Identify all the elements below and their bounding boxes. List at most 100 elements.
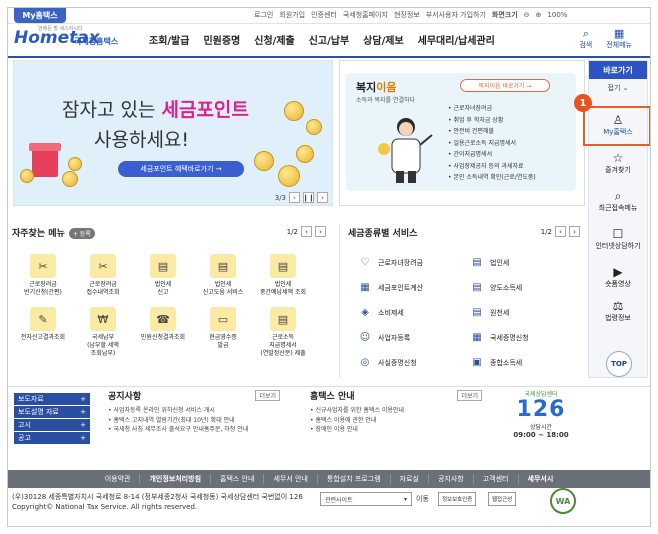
notice-more-button[interactable]: 더보기: [255, 390, 280, 401]
footer-link-notice[interactable]: 공지사항: [429, 474, 474, 484]
footer-link-installer[interactable]: 통합설치 프로그램: [318, 474, 391, 484]
footer-link-tax-office-2[interactable]: 세무서시: [519, 474, 563, 484]
next-icon[interactable]: ›: [317, 192, 328, 203]
next-icon[interactable]: ›: [315, 226, 326, 237]
tax-point-banner[interactable]: 잠자고 있는 세금포인트 사용하세요! 세금포인트 혜택바로가기 → 3/3 ‹…: [13, 60, 333, 206]
side-item-favorites[interactable]: ☆ 즐겨찾기: [589, 151, 647, 175]
prev-icon[interactable]: ‹: [555, 226, 566, 237]
footer-link-library[interactable]: 자료실: [391, 474, 429, 484]
service-item[interactable]: ▦ 세금포인트계산: [358, 279, 470, 296]
signup-link[interactable]: 회원가입: [279, 10, 305, 20]
related-sites-select[interactable]: 관련사이트 ▾: [320, 492, 412, 506]
favorite-item[interactable]: ▤ 법인세 중간예납세액 조회: [254, 254, 312, 297]
favorite-item[interactable]: ▤ 근로소득 지급명세서 (연말정산분) 제출: [254, 307, 312, 358]
side-item-law-info[interactable]: ⚖ 법령정보: [589, 299, 647, 323]
scroll-top-button[interactable]: TOP: [606, 351, 632, 377]
footer-link-customer[interactable]: 고객센터: [474, 474, 519, 484]
favorite-item[interactable]: ▤ 법인세 신고: [134, 254, 192, 297]
favorite-item[interactable]: ₩ 국세납부 (납부할 세액 조회납부): [74, 307, 132, 358]
service-item[interactable]: ▤ 법인세: [470, 254, 582, 271]
service-item[interactable]: ▤ 양도소득세: [470, 279, 582, 296]
guide-item-text: 홈택스 이용에 관한 안내: [315, 416, 377, 424]
side-item-shortform[interactable]: ▶ 숏폼영상: [589, 265, 647, 289]
security-cert-badge[interactable]: 정보보호인증: [438, 492, 477, 506]
go-button[interactable]: 이동: [416, 494, 429, 504]
favorite-item[interactable]: ✎ 전자신고결과조회: [14, 307, 72, 358]
prev-icon[interactable]: ‹: [289, 192, 300, 203]
welfare-item[interactable]: • 일용근로소득 지급명세서: [448, 138, 536, 150]
services-pager: 1/2 ‹ ›: [541, 226, 580, 237]
side-item-recent[interactable]: ⌕ 최근접속메뉴: [589, 189, 647, 213]
quick-link[interactable]: 보도설명 자료 +: [14, 406, 90, 418]
pause-icon[interactable]: ❙❙: [303, 192, 314, 203]
favorite-item[interactable]: ✂ 근로장려금 반기신청(간편): [14, 254, 72, 297]
footer-link-privacy[interactable]: 개인정보처리방침: [140, 474, 212, 484]
hometax-logo[interactable]: 언제든 할 세스하시다 Hometax 국세청홈택스: [14, 26, 118, 48]
welfare-item[interactable]: • 간이지급명세서: [448, 149, 536, 161]
welfare-item[interactable]: • 본인 소득내역 확인(근로/연도중): [448, 172, 536, 184]
quick-link[interactable]: 고시 +: [14, 419, 90, 431]
login-link[interactable]: 로그인: [254, 10, 273, 20]
accessibility-badge[interactable]: 웹접근성: [488, 492, 517, 506]
guide-item[interactable]: • 신규사업자를 위한 홈택스 이용안내: [310, 406, 482, 416]
nav-apply-submit[interactable]: 신청/제출: [247, 32, 301, 47]
dept-user-signup-link[interactable]: 부서사용자 가입하기: [426, 10, 486, 20]
search-icon: ⌕: [582, 27, 589, 40]
hometax-guide-more-button[interactable]: 더보기: [457, 390, 482, 401]
guide-item[interactable]: • 장애인 이용 안내: [310, 425, 482, 435]
favorite-item[interactable]: ✂ 근로장려금 접수내역조회: [74, 254, 132, 297]
nav-civil-cert[interactable]: 민원증명: [196, 32, 247, 47]
pen-icon: ✎: [30, 307, 56, 331]
footer-link-tax-office[interactable]: 세무서 안내: [264, 474, 318, 484]
add-favorite-button[interactable]: + 등록: [68, 228, 95, 239]
service-item[interactable]: ▦ 국세증명신청: [470, 329, 582, 346]
coin-illustration: [278, 165, 300, 187]
gavel-icon: ⚖: [612, 299, 624, 313]
my-hometax-tab[interactable]: My홈택스: [14, 8, 66, 23]
service-item[interactable]: ◎ 사실증명신청: [358, 354, 470, 371]
fold-button[interactable]: 접기 ⌄: [589, 83, 647, 93]
welfare-item[interactable]: • 근로자녀장려금: [448, 103, 536, 115]
nav-lookup-issue[interactable]: 조회/발급: [142, 32, 196, 47]
notice-item[interactable]: • 국세청 사칭 세무조사 출석요구 안내홈주문, 하청 안내: [108, 425, 280, 435]
search-button[interactable]: ⌕ 검색: [579, 28, 592, 50]
zoom-minus-button[interactable]: ⊖: [524, 11, 530, 19]
welfare-go-button[interactable]: 복지이음 바로가기 →: [460, 79, 550, 92]
nav-tax-agent[interactable]: 세무대리/납세관리: [411, 32, 502, 47]
plus-icon: +: [80, 434, 86, 442]
panel-divider: [339, 224, 340, 378]
scissors-icon: ✂: [30, 254, 56, 278]
footer-link-terms[interactable]: 이용약관: [96, 474, 141, 484]
quick-menu-header[interactable]: 바로가기: [589, 61, 647, 79]
logo-korean: 국세청홈택스: [74, 37, 119, 46]
field-info-link[interactable]: 현장정보: [394, 10, 420, 20]
diamond-icon: ◈: [361, 307, 369, 318]
prev-icon[interactable]: ‹: [301, 226, 312, 237]
all-menu-button[interactable]: ▦ 전체메뉴: [606, 28, 632, 50]
side-item-internet-consult[interactable]: ☐ 인터넷상담하기: [589, 227, 647, 251]
notice-item[interactable]: • 사업자등록 온라인 위하신청 서비스 개시: [108, 406, 280, 416]
nts-home-link[interactable]: 국세청홈페이지: [343, 10, 388, 20]
favorite-item[interactable]: ▭ 현금영수증 발급: [194, 307, 252, 358]
nav-report-pay[interactable]: 신고/납부: [302, 32, 356, 47]
favorite-item[interactable]: ▤ 법인세 신고도움 서비스: [194, 254, 252, 297]
favorite-item[interactable]: ☎ 민원신청결과조회: [134, 307, 192, 358]
service-item[interactable]: ▤ 원천세: [470, 304, 582, 321]
welfare-item[interactable]: • 안전비 건편해볼: [448, 126, 536, 138]
cert-center-link[interactable]: 인증센터: [311, 10, 337, 20]
nav-consult-report[interactable]: 상담/제보: [356, 32, 410, 47]
zoom-plus-button[interactable]: ⊕: [536, 11, 542, 19]
tax-point-benefit-button[interactable]: 세금포인트 혜택바로가기 →: [118, 161, 244, 177]
welfare-item[interactable]: • 취업 후 학자금 상황: [448, 115, 536, 127]
quick-link[interactable]: 보도자료 +: [14, 393, 90, 405]
next-icon[interactable]: ›: [569, 226, 580, 237]
service-item[interactable]: ☺ 사업자등록: [358, 329, 470, 346]
service-item[interactable]: ♡ 근로자녀장려금: [358, 254, 470, 271]
footer-link-hometax-guide[interactable]: 홈택스 안내: [211, 474, 265, 484]
quick-link[interactable]: 공고 +: [14, 432, 90, 444]
service-item[interactable]: ◈ 소비제세: [358, 304, 470, 321]
welfare-item[interactable]: • 사업장제공자 등의 과세자료: [448, 161, 536, 173]
guide-item[interactable]: • 홈택스 이용에 관한 안내: [310, 416, 482, 426]
notice-item[interactable]: • 홈택스 고지내역 열람기간(최대 10년) 확대 안내: [108, 416, 280, 426]
service-item[interactable]: ▣ 종합소득세: [470, 354, 582, 371]
